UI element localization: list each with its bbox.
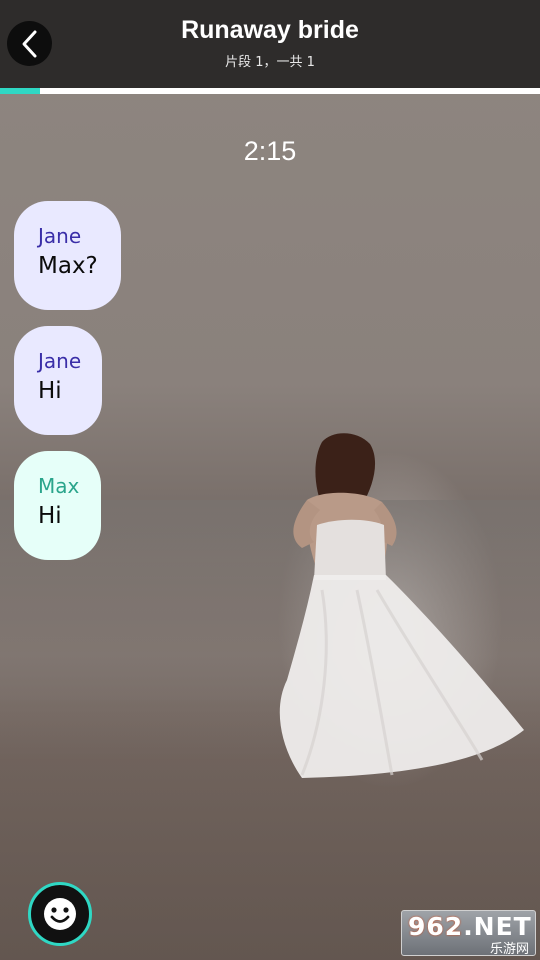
emoji-button[interactable] bbox=[28, 882, 92, 946]
story-title: Runaway bride bbox=[181, 16, 359, 44]
message-timestamp: 2:15 bbox=[243, 136, 297, 166]
site-watermark-logo: 962.NET 乐游网 bbox=[401, 910, 536, 957]
bride-figure bbox=[279, 433, 524, 778]
message-sender: Jane bbox=[38, 224, 82, 248]
smiley-face-icon bbox=[44, 898, 76, 930]
message-bubble: Jane Max? bbox=[14, 201, 121, 310]
message-text: Hi bbox=[38, 378, 62, 404]
message-bubble: Max Hi bbox=[14, 451, 101, 560]
story-progress-bar bbox=[0, 88, 540, 94]
message-text: Hi bbox=[38, 503, 62, 529]
message-text: Max? bbox=[38, 253, 98, 279]
watermark-sub: 乐游网 bbox=[489, 942, 529, 957]
message-sender: Max bbox=[38, 474, 80, 498]
message-sender: Jane bbox=[38, 349, 82, 373]
top-bar: Runaway bride 片段 1，一共 1 bbox=[0, 0, 540, 88]
episode-counter: 片段 1，一共 1 bbox=[225, 55, 315, 70]
story-progress-fill bbox=[0, 88, 40, 94]
watermark-main: 962.NET bbox=[408, 912, 532, 941]
message-bubble: Jane Hi bbox=[14, 326, 102, 435]
